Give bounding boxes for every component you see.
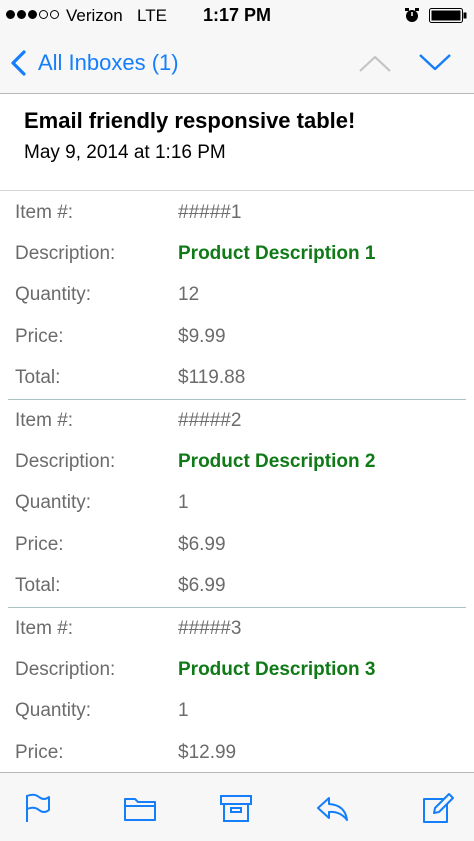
quantity-row: Quantity: 12: [8, 275, 466, 316]
description-row: Description: Product Description 1: [8, 233, 466, 274]
price-row: Price: $12.99: [8, 732, 466, 772]
row-value: $12.99: [178, 741, 237, 763]
row-value: #####2: [178, 409, 242, 431]
bottom-toolbar: [0, 772, 474, 841]
item-number-row: Item #: #####2: [8, 400, 466, 441]
price-row: Price: $6.99: [8, 524, 466, 565]
email-date: May 9, 2014 at 1:16 PM: [24, 142, 226, 163]
row-label: Item #:: [15, 409, 74, 431]
row-label: Total:: [15, 575, 61, 597]
chevron-up-icon[interactable]: [356, 50, 394, 76]
nav-bar: All Inboxes (1): [0, 32, 474, 94]
row-value: 12: [178, 284, 200, 306]
status-bar: Verizon LTE 1:17 PM: [0, 0, 474, 32]
row-label: Price:: [15, 325, 64, 347]
compose-icon[interactable]: [420, 791, 456, 825]
price-row: Price: $9.99: [8, 316, 466, 357]
item-number-row: Item #: #####1: [8, 192, 466, 233]
battery-icon: [429, 8, 467, 23]
reply-icon[interactable]: [314, 791, 350, 825]
total-row: Total: $6.99: [8, 566, 466, 607]
quantity-row: Quantity: 1: [8, 691, 466, 732]
chevron-left-icon: [11, 50, 26, 76]
product-description: Product Description 1: [178, 243, 376, 265]
row-value: $6.99: [178, 533, 226, 555]
row-value: $119.88: [178, 367, 246, 389]
row-value: $9.99: [178, 325, 226, 347]
product-block: Item #: #####3 Description: Product Desc…: [8, 608, 466, 772]
row-label: Item #:: [15, 617, 74, 639]
product-block: Item #: #####1 Description: Product Desc…: [8, 192, 466, 400]
quantity-row: Quantity: 1: [8, 483, 466, 524]
description-row: Description: Product Description 2: [8, 441, 466, 482]
email-header: Email friendly responsive table! May 9, …: [0, 94, 474, 191]
archive-icon[interactable]: [218, 791, 254, 825]
row-label: Total:: [15, 367, 61, 389]
row-label: Quantity:: [15, 700, 92, 722]
row-label: Description:: [15, 658, 116, 680]
row-label: Item #:: [15, 201, 74, 223]
back-label: All Inboxes (1): [38, 50, 179, 75]
row-value: #####1: [178, 201, 242, 223]
email-subject: Email friendly responsive table!: [24, 108, 356, 133]
row-label: Price:: [15, 533, 64, 555]
product-description: Product Description 3: [178, 658, 376, 680]
row-value: #####3: [178, 617, 242, 639]
back-button[interactable]: All Inboxes (1): [8, 46, 179, 80]
row-value: $6.99: [178, 575, 226, 597]
row-value: 1: [178, 700, 189, 722]
product-block: Item #: #####2 Description: Product Desc…: [8, 400, 466, 608]
description-row: Description: Product Description 3: [8, 649, 466, 690]
chevron-down-icon[interactable]: [416, 50, 454, 76]
flag-icon[interactable]: [18, 791, 54, 825]
row-label: Quantity:: [15, 284, 92, 306]
item-table: Item #: #####1 Description: Product Desc…: [0, 192, 474, 772]
row-label: Price:: [15, 741, 64, 763]
product-description: Product Description 2: [178, 451, 376, 473]
folder-icon[interactable]: [122, 791, 158, 825]
row-label: Description:: [15, 451, 116, 473]
row-label: Description:: [15, 243, 116, 265]
row-label: Quantity:: [15, 492, 92, 514]
alarm-clock-icon: [405, 8, 419, 22]
row-value: 1: [178, 492, 189, 514]
total-row: Total: $119.88: [8, 358, 466, 399]
status-time: 1:17 PM: [202, 5, 272, 25]
item-number-row: Item #: #####3: [8, 608, 466, 649]
